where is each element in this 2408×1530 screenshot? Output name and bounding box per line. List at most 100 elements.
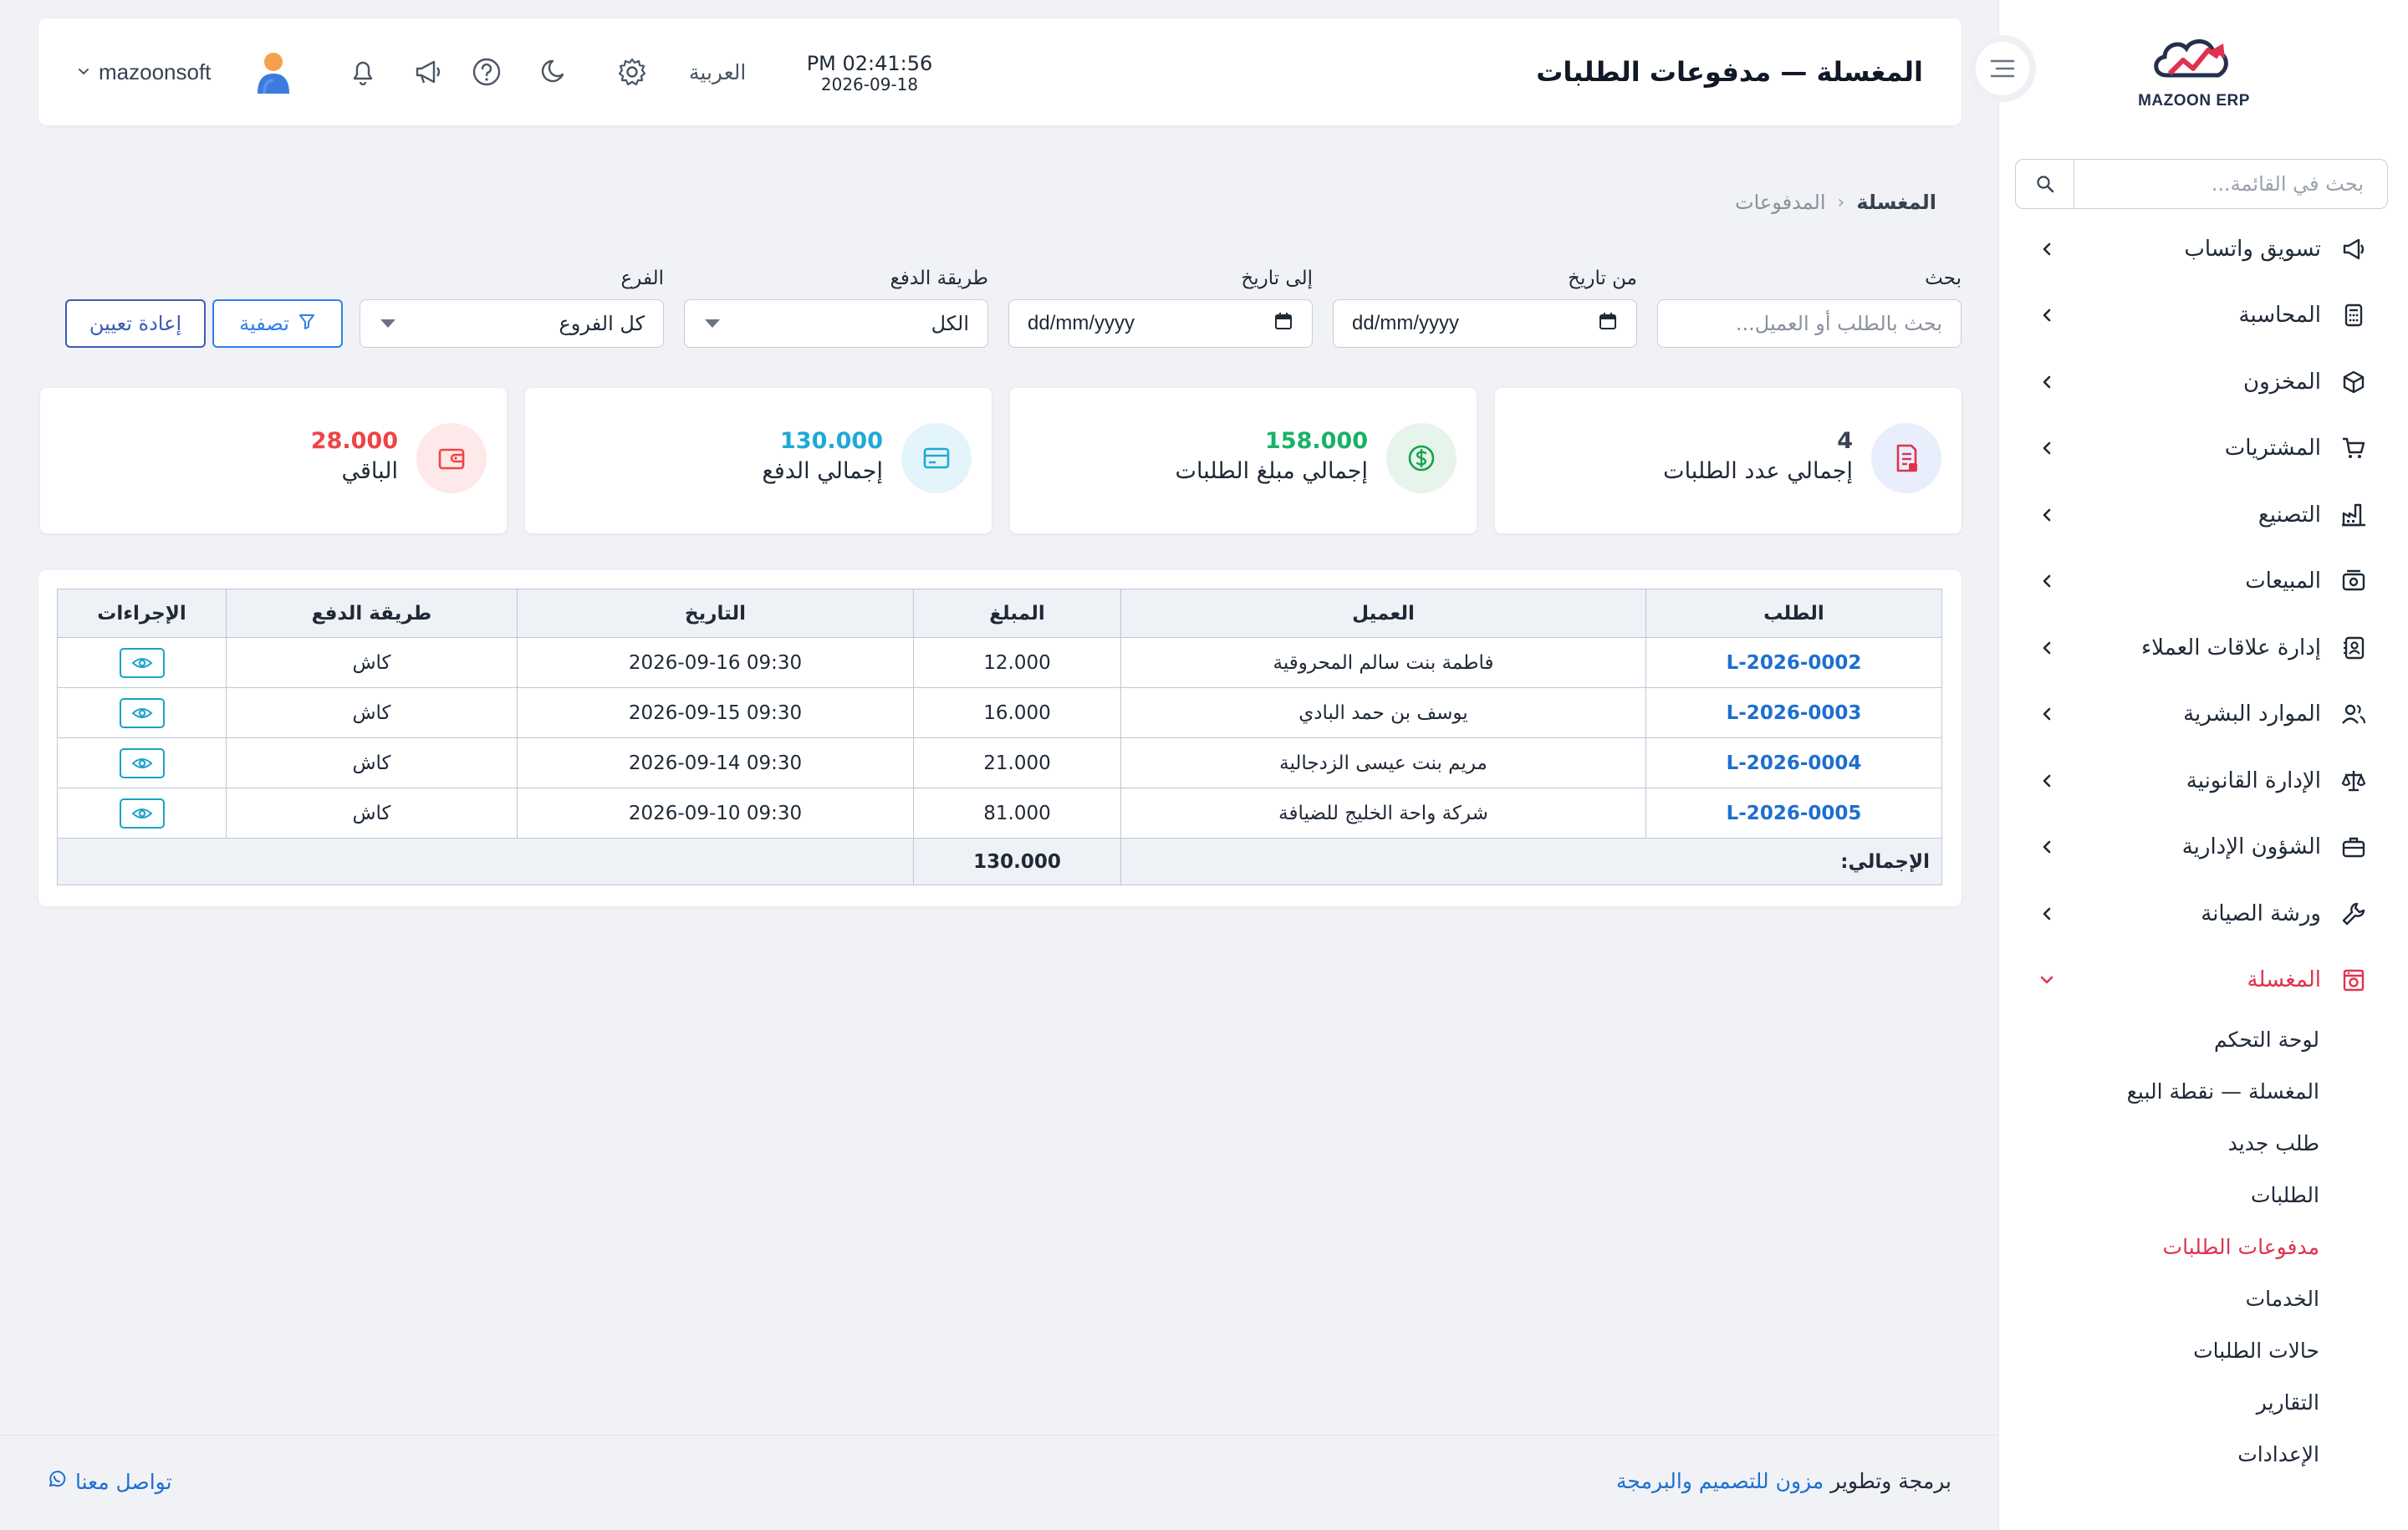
submenu-item-dashboard[interactable]: لوحة التحكم — [1998, 1013, 2319, 1065]
column-header-actions: الإجراءات — [57, 589, 227, 638]
column-header-order[interactable]: الطلب — [1645, 589, 1942, 638]
sidebar-toggle-button[interactable] — [1969, 35, 2036, 102]
sidebar-item-laundry[interactable]: المغسلة — [1998, 947, 2408, 1014]
contact-link[interactable]: تواصل معنا — [47, 1469, 172, 1494]
view-button[interactable] — [119, 747, 165, 778]
submenu-item-order-payments[interactable]: مدفوعات الطلبات — [1998, 1221, 2319, 1272]
order-link[interactable]: L-2026-0003 — [1645, 687, 1942, 738]
total-label: الإجمالي: — [1120, 838, 1942, 885]
username: mazoonsoft — [99, 59, 212, 84]
order-link[interactable]: L-2026-0002 — [1645, 637, 1942, 688]
table-header-row: الطلب العميل المبلغ التاريخ طريقة الدفع … — [57, 589, 1942, 638]
sidebar-item-hr[interactable]: الموارد البشرية — [1998, 681, 2408, 748]
sidebar-search[interactable] — [2015, 159, 2388, 209]
app-logo[interactable]: MAZOON ERP — [2127, 32, 2261, 115]
stat-label: إجمالي عدد الطلبات — [1663, 458, 1853, 484]
breadcrumb-home[interactable]: المغسلة — [1856, 191, 1936, 214]
bell-icon[interactable] — [346, 55, 380, 89]
sidebar-item-label: الشؤون الإدارية — [2181, 834, 2321, 860]
submenu-item-reports[interactable]: التقارير — [1998, 1376, 2319, 1428]
submenu-item-order-statuses[interactable]: حالات الطلبات — [1998, 1324, 2319, 1376]
megaphone-icon[interactable] — [411, 55, 445, 89]
stat-label: الباقي — [341, 458, 398, 484]
chevron-left-icon — [2038, 507, 2055, 523]
stat-card-remaining: 28.000 الباقي — [40, 388, 507, 533]
sidebar: MAZOON ERP تسويق واتساب المحاسبة المخزون… — [1998, 0, 2408, 1530]
order-link[interactable]: L-2026-0004 — [1645, 737, 1942, 788]
sidebar-item-purchases[interactable]: المشتريات — [1998, 416, 2408, 482]
sidebar-item-maintenance-workshop[interactable]: ورشة الصيانة — [1998, 880, 2408, 947]
chevron-down-icon — [2038, 972, 2055, 988]
calendar-icon[interactable] — [1273, 311, 1293, 337]
column-header-customer[interactable]: العميل — [1120, 589, 1646, 638]
from-date-value: dd/mm/yyyy — [1352, 312, 1460, 334]
submenu-item-settings[interactable]: الإعدادات — [1998, 1428, 2319, 1480]
users-icon — [2339, 700, 2368, 728]
stat-value: 130.000 — [780, 428, 883, 454]
register-icon — [2339, 567, 2368, 595]
date-cell: 2026-09-15 09:30 — [517, 687, 914, 738]
search-filter: بحث بحث بالطلب أو العميل... — [1657, 268, 1962, 348]
date-cell: 2026-09-16 09:30 — [517, 637, 914, 688]
total-value: 130.000 — [913, 838, 1121, 885]
gear-icon[interactable] — [615, 55, 649, 89]
sidebar-item-accounting[interactable]: المحاسبة — [1998, 283, 2408, 349]
payment-method-cell: كاش — [226, 637, 518, 688]
branch-filter: الفرع كل الفروع — [360, 268, 664, 348]
actions-cell — [57, 687, 227, 738]
sidebar-item-whatsapp-marketing[interactable]: تسويق واتساب — [1998, 216, 2408, 283]
calendar-icon[interactable] — [1598, 311, 1618, 337]
contacts-icon — [2339, 634, 2368, 662]
payments-panel: الطلب العميل المبلغ التاريخ طريقة الدفع … — [38, 570, 1962, 906]
credit-link[interactable]: مزون للتصميم والبرمجة — [1616, 1469, 1824, 1493]
stat-card-total-orders: 4 إجمالي عدد الطلبات — [1495, 388, 1962, 533]
payment-method-select[interactable]: الكل — [684, 299, 988, 348]
filter-bar: بحث بحث بالطلب أو العميل... من تاريخ dd/… — [38, 268, 1962, 351]
from-date-input[interactable]: dd/mm/yyyy — [1333, 299, 1637, 348]
view-button[interactable] — [119, 798, 165, 829]
sidebar-item-sales[interactable]: المبيعات — [1998, 548, 2408, 615]
reset-button[interactable]: إعادة تعيين — [65, 299, 206, 348]
user-menu[interactable]: mazoonsoft — [77, 18, 294, 125]
stat-card-total-paid: 130.000 إجمالي الدفع — [525, 388, 992, 533]
sidebar-item-legal[interactable]: الإدارة القانونية — [1998, 747, 2408, 814]
order-link[interactable]: L-2026-0005 — [1645, 788, 1942, 839]
briefcase-icon — [2339, 833, 2368, 861]
column-header-date[interactable]: التاريخ — [517, 589, 914, 638]
help-icon[interactable] — [470, 55, 503, 89]
to-date-input[interactable]: dd/mm/yyyy — [1008, 299, 1313, 348]
chevron-left-icon — [2038, 640, 2055, 656]
table-row: L-2026-0005 شركة واحة الخليج للضيافة 81.… — [57, 788, 1942, 839]
payment-method-cell: كاش — [226, 788, 518, 839]
sidebar-item-admin-affairs[interactable]: الشؤون الإدارية — [1998, 814, 2408, 881]
payment-method-label: طريقة الدفع — [890, 268, 988, 289]
payment-method-cell: كاش — [226, 737, 518, 788]
submenu-item-new-order[interactable]: طلب جديد — [1998, 1117, 2319, 1169]
submenu-item-orders[interactable]: الطلبات — [1998, 1169, 2319, 1221]
stat-label: إجمالي مبلغ الطلبات — [1175, 458, 1368, 484]
filter-button[interactable]: تصفية — [212, 299, 343, 348]
column-header-amount[interactable]: المبلغ — [913, 589, 1121, 638]
search-icon[interactable] — [2016, 160, 2074, 208]
box-icon — [2339, 368, 2368, 396]
footer: برمجة وتطوير مزون للتصميم والبرمجة تواصل… — [0, 1435, 1998, 1530]
sidebar-item-inventory[interactable]: المخزون — [1998, 349, 2408, 416]
logo-cloud-icon — [2154, 39, 2228, 78]
eye-icon — [131, 757, 152, 768]
table-row: L-2026-0003 يوسف بن حمد البادي 16.000 20… — [57, 687, 1942, 738]
search-input[interactable]: بحث بالطلب أو العميل... — [1657, 299, 1962, 348]
chevron-left-icon — [2038, 839, 2055, 855]
breadcrumb-separator: ‹ — [1837, 191, 1845, 213]
branch-select[interactable]: كل الفروع — [360, 299, 664, 348]
view-button[interactable] — [119, 647, 165, 678]
column-header-payment-method[interactable]: طريقة الدفع — [226, 589, 518, 638]
view-button[interactable] — [119, 697, 165, 728]
language-switcher[interactable]: العربية — [689, 18, 746, 125]
submenu-item-pos[interactable]: المغسلة — نقطة البيع — [1998, 1065, 2319, 1117]
sidebar-item-manufacturing[interactable]: التصنيع — [1998, 482, 2408, 548]
sidebar-search-input[interactable] — [2074, 172, 2387, 196]
stat-label: إجمالي الدفع — [762, 458, 883, 484]
sidebar-item-crm[interactable]: إدارة علاقات العملاء — [1998, 615, 2408, 681]
moon-icon[interactable] — [537, 55, 570, 89]
submenu-item-services[interactable]: الخدمات — [1998, 1272, 2319, 1324]
